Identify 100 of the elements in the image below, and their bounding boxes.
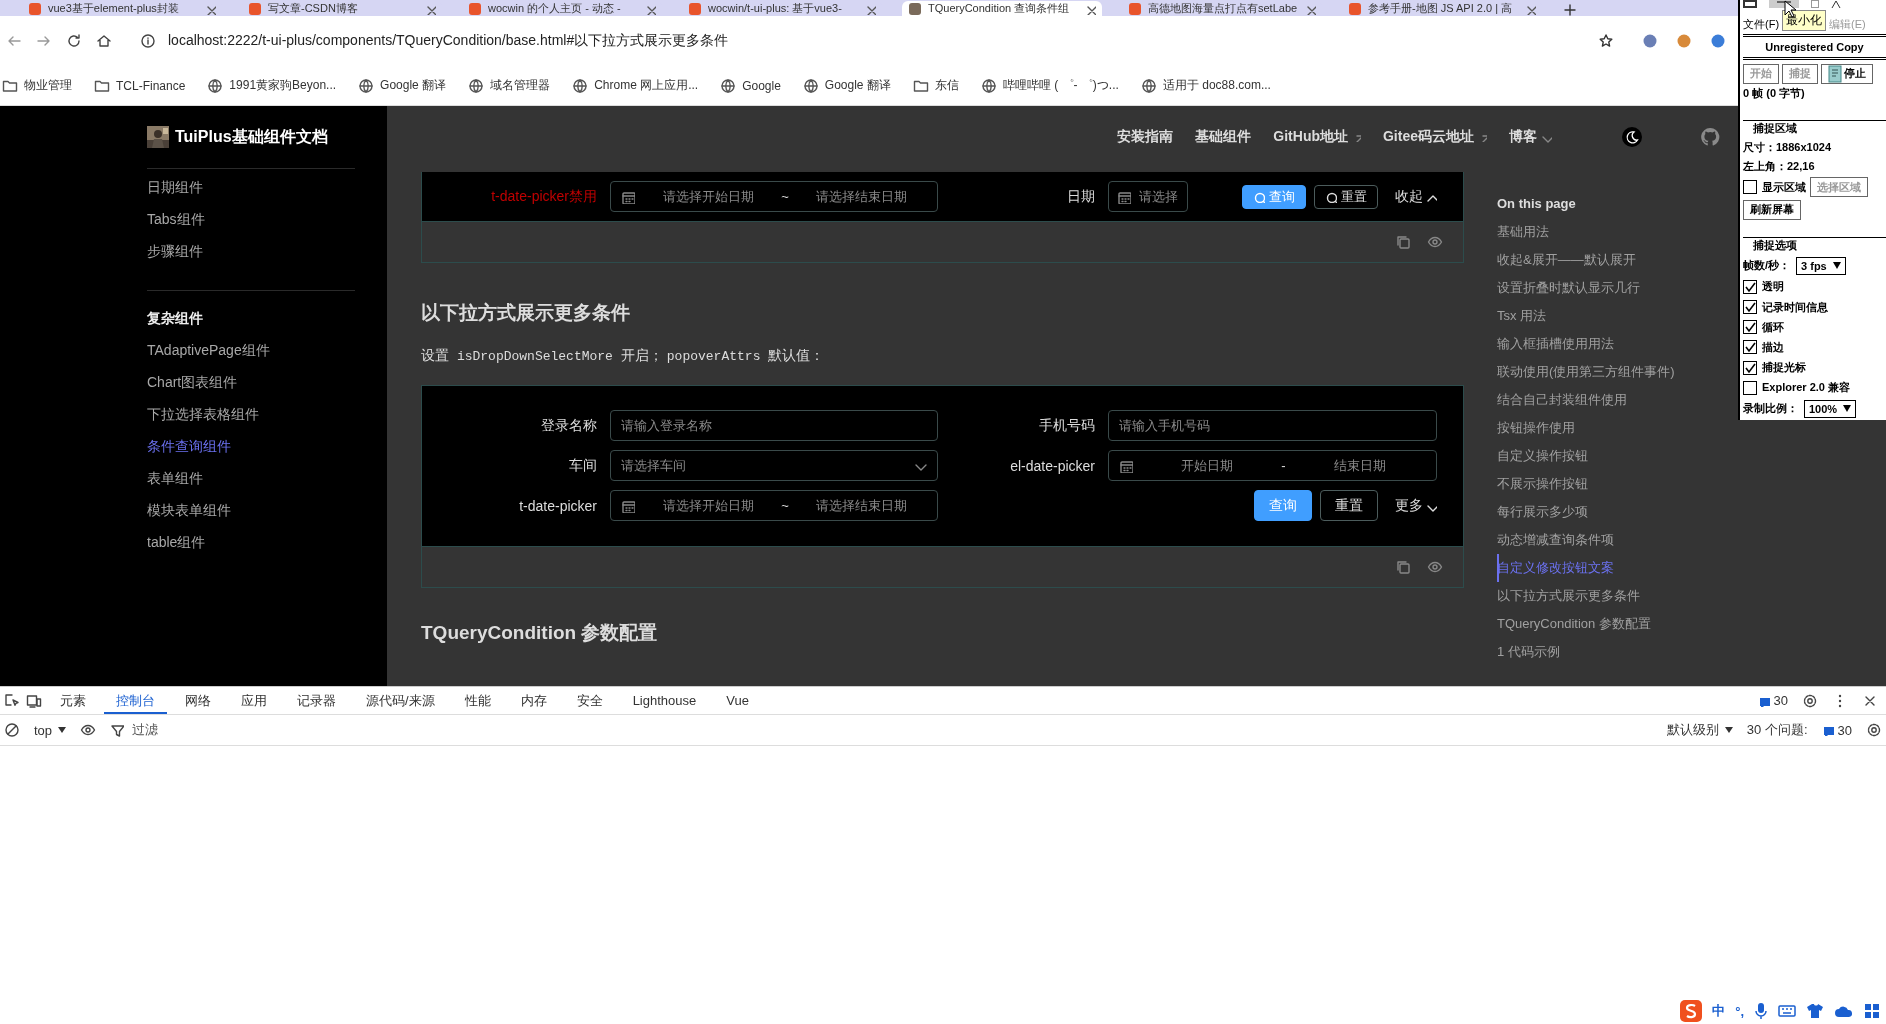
home-icon[interactable] <box>96 33 112 49</box>
bookmark[interactable]: 1991黄家驹Beyon... <box>207 77 337 94</box>
sidebar-item[interactable]: Tabs组件 <box>147 203 205 235</box>
devtools-tab[interactable]: 记录器 <box>285 687 348 714</box>
inspect-icon[interactable] <box>4 692 20 709</box>
date-range-field[interactable]: 开始日期 - 结束日期 <box>1108 450 1437 481</box>
toc-link[interactable]: Tsx 用法 <box>1497 302 1547 330</box>
toc-link[interactable]: 输入框插槽使用用法 <box>1497 330 1614 358</box>
bookmark[interactable]: 适用于 doc88.com... <box>1140 77 1271 94</box>
toc-link[interactable]: 每行展示多少项 <box>1497 498 1588 526</box>
info-icon[interactable] <box>140 33 156 49</box>
nav-link[interactable]: 安装指南 <box>1117 128 1174 146</box>
input-field[interactable]: 请输入登录名称 <box>610 410 938 441</box>
shirt-icon[interactable] <box>1806 1003 1824 1019</box>
toc-link[interactable]: 基础用法 <box>1497 218 1549 246</box>
checkbox-row[interactable]: Explorer 2.0 兼容 <box>1743 377 1886 398</box>
grid-icon[interactable] <box>1864 1003 1880 1019</box>
s-logo-icon[interactable] <box>1680 1000 1703 1022</box>
checkbox-row[interactable]: 循环 <box>1743 317 1886 338</box>
copy-icon[interactable] <box>1395 234 1411 250</box>
checkbox-row[interactable]: 显示区域 <box>1743 176 1806 198</box>
devtools-tab[interactable]: 安全 <box>564 687 615 714</box>
view-code-icon[interactable] <box>1427 234 1443 250</box>
devtools-tab[interactable]: 应用 <box>229 687 279 714</box>
checkbox[interactable] <box>1743 320 1757 335</box>
settings-icon[interactable] <box>1802 692 1818 709</box>
reload-icon[interactable] <box>66 33 82 49</box>
sidebar-item[interactable]: 日期组件 <box>147 171 203 203</box>
filter-field[interactable]: 过滤 <box>110 721 311 739</box>
sidebar-item[interactable]: table组件 <box>147 526 206 558</box>
toc-link[interactable]: 收起&展开——默认展开 <box>1497 246 1636 274</box>
sidebar-item[interactable]: 条件查询组件 <box>147 430 231 462</box>
sidebar-item[interactable]: 表单组件 <box>147 462 203 494</box>
nav-link[interactable]: 基础组件 <box>1195 128 1252 146</box>
device-icon[interactable] <box>26 692 42 709</box>
close-icon[interactable] <box>1831 0 1841 8</box>
toc-link[interactable]: TQueryCondition 参数配置 <box>1497 610 1651 638</box>
bookmark[interactable]: 东信 <box>912 77 959 94</box>
microphone-icon[interactable] <box>1754 1002 1768 1020</box>
devtools-tab[interactable]: 内存 <box>508 687 559 714</box>
bookmark[interactable]: TCL-Finance <box>94 77 186 94</box>
devtools-tab[interactable]: 元素 <box>48 687 98 714</box>
devtools-tab[interactable]: 性能 <box>452 687 503 714</box>
scale-select[interactable]: 100% <box>1804 399 1857 418</box>
bookmark[interactable]: Google 翻译 <box>802 77 891 94</box>
star-icon[interactable] <box>1598 33 1614 49</box>
devtools-tab[interactable]: 控制台 <box>104 687 167 714</box>
toc-link[interactable]: 1 代码示例 <box>1497 638 1560 666</box>
new-tab-icon[interactable] <box>1562 2 1576 16</box>
devtools-tab[interactable]: Lighthouse <box>620 687 709 714</box>
devtools-tab[interactable]: 源代码/来源 <box>354 687 447 714</box>
toc-link[interactable]: 联动使用(使用第三方组件事件) <box>1497 358 1675 386</box>
input-field[interactable]: 请输入手机号码 <box>1108 410 1437 441</box>
settings-icon[interactable] <box>1866 722 1882 738</box>
checkbox[interactable] <box>1743 279 1757 294</box>
date-field[interactable]: 请选择 <box>1108 181 1188 212</box>
reset-button[interactable]: 重置 <box>1320 490 1378 521</box>
site-title[interactable]: TuiPlus基础组件文档 <box>175 126 328 148</box>
devtools-tab[interactable]: 网络 <box>173 687 223 714</box>
checkbox[interactable] <box>1743 300 1757 315</box>
toc-link[interactable]: 自定义操作按钮 <box>1497 442 1588 470</box>
bookmark[interactable]: Google 翻译 <box>358 77 447 94</box>
ime-indicator[interactable]: °, <box>1735 1003 1744 1019</box>
toc-link[interactable]: 以下拉方式展示更多条件 <box>1497 582 1640 610</box>
tool-button[interactable]: 停止 <box>1821 63 1873 84</box>
extension-icon[interactable] <box>1710 33 1726 49</box>
toc-link[interactable]: 不展示操作按钮 <box>1497 470 1588 498</box>
checkbox-row[interactable]: 捕捉光标 <box>1743 357 1886 378</box>
nav-link[interactable]: 博客 <box>1509 128 1552 146</box>
checkbox[interactable] <box>1743 340 1757 355</box>
copy-icon[interactable] <box>1395 559 1411 575</box>
cloud-icon[interactable] <box>1834 1004 1854 1018</box>
bookmark[interactable]: Google <box>720 77 781 94</box>
bookmark[interactable]: 物业管理 <box>2 77 72 94</box>
checkbox[interactable] <box>1743 180 1757 195</box>
moon-icon[interactable] <box>1622 127 1642 147</box>
reset-button[interactable]: 重置 <box>1314 184 1378 209</box>
maximize-icon[interactable] <box>1811 0 1819 8</box>
toc-link[interactable]: 设置折叠时默认显示几行 <box>1497 274 1640 302</box>
nav-link[interactable]: GitHub地址 <box>1273 128 1361 146</box>
sidebar-item[interactable]: Chart图表组件 <box>147 366 238 398</box>
cat-logo-icon[interactable] <box>1700 127 1720 147</box>
issues-badge[interactable]: 30 <box>1821 722 1852 738</box>
expand-toggle[interactable]: 收起 <box>1395 187 1437 206</box>
sidebar-item[interactable]: TAdaptivePage组件 <box>147 334 270 366</box>
sidebar-item[interactable]: 步骤组件 <box>147 235 203 267</box>
nav-link[interactable]: Gitee码云地址 <box>1383 128 1487 146</box>
toc-link[interactable]: 结合自己封装组件使用 <box>1497 386 1627 414</box>
log-level-select[interactable]: 默认级别 <box>1666 721 1733 739</box>
date-range-field[interactable]: 请选择开始日期 ~ 请选择结束日期 <box>610 181 938 212</box>
expand-toggle[interactable]: 更多 <box>1395 496 1437 515</box>
extension-icon[interactable] <box>1642 33 1658 49</box>
refresh-button[interactable]: 刷新屏幕 <box>1743 200 1801 220</box>
keyboard-icon[interactable] <box>1778 1004 1796 1018</box>
checkbox-row[interactable]: 记录时间信息 <box>1743 297 1886 318</box>
checkbox[interactable] <box>1743 360 1757 375</box>
fps-select[interactable]: 3 fps <box>1796 256 1846 275</box>
checkbox-row[interactable]: 描边 <box>1743 337 1886 358</box>
view-code-icon[interactable] <box>1427 559 1443 575</box>
bookmark[interactable]: 域名管理器 <box>468 77 551 94</box>
